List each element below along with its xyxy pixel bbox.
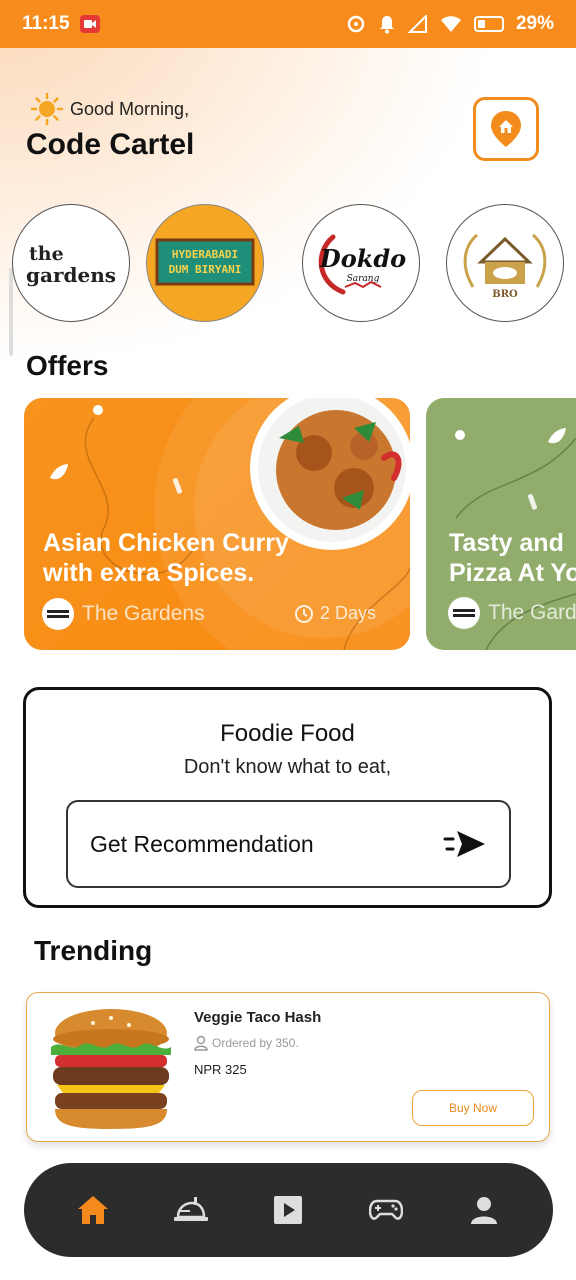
bottom-navigation (24, 1163, 553, 1257)
trending-item-orders: Ordered by 350. (194, 1035, 299, 1051)
nav-home[interactable] (66, 1183, 120, 1237)
status-time: 11:15 (22, 13, 70, 34)
svg-text:gardens: gardens (26, 263, 116, 287)
burger-image (51, 1009, 171, 1129)
sun-icon (30, 92, 64, 126)
offer-title-line-1: Asian Chicken Curry (43, 529, 289, 557)
foodie-title: Foodie Food (220, 720, 355, 747)
restaurant-logo-the-gardens[interactable]: the gardens (12, 204, 130, 322)
home-icon (77, 1196, 108, 1224)
profile-icon (471, 1197, 498, 1224)
status-bar: 11:15 29% (0, 0, 576, 48)
nav-profile[interactable] (457, 1183, 511, 1237)
battery-icon (473, 16, 504, 32)
offer-restaurant-name: The Gardens (82, 602, 205, 625)
offers-title: Offers (26, 350, 109, 381)
offer-footer: The Gardens (42, 598, 205, 630)
bro-logo: BRO (463, 233, 547, 300)
svg-text:BRO: BRO (492, 289, 518, 300)
get-recommendation-button[interactable]: Get Recommendation (66, 800, 511, 888)
video-icon (79, 15, 100, 33)
clock-icon (295, 604, 313, 623)
offer-title-line-2: with extra Spices. (43, 559, 255, 587)
svg-text:DUM BIRYANI: DUM BIRYANI (169, 263, 242, 276)
get-recommendation-label: Get Recommendation (90, 830, 314, 857)
play-icon (274, 1196, 303, 1224)
user-icon (194, 1035, 208, 1051)
restaurant-carousel: the gardens HYDERABADI DUM BIRYANI Dokdo… (0, 204, 576, 324)
offer-title: Asian Chicken Curry with extra Spices. (43, 528, 289, 588)
offer-title-line-2: Pizza At Yo (449, 559, 576, 587)
send-arrow-icon (443, 831, 485, 857)
trending-title: Trending (34, 935, 153, 966)
restaurant-logo-dokdo-sarang[interactable]: Dokdo Sarang (302, 204, 420, 322)
svg-text:the: the (29, 243, 64, 265)
greeting: Good Morning, (30, 92, 189, 126)
sync-icon (347, 15, 365, 33)
nav-food[interactable] (164, 1183, 218, 1237)
the-gardens-logo: the gardens (26, 243, 116, 287)
offer-card[interactable]: Asian Chicken Curry with extra Spices. T… (24, 398, 410, 650)
greeting-text: Good Morning, (70, 98, 190, 119)
svg-text:Dokdo: Dokdo (319, 244, 406, 273)
offer-duration: 2 Days (294, 603, 376, 624)
offer-restaurant-name: The Gard (488, 601, 576, 624)
trending-item-price: NPR 325 (194, 1062, 247, 1077)
signal-icon (407, 15, 427, 33)
home-location-pin-icon (491, 111, 521, 147)
foodie-subtitle: Don't know what to eat, (183, 756, 392, 778)
offer-duration-text: 2 Days (320, 603, 377, 623)
battery-level: 29% (515, 13, 554, 34)
foodie-recommendation-card: Foodie Food Don't know what to eat, Get … (23, 687, 552, 908)
nav-videos[interactable] (261, 1183, 315, 1237)
trending-item-card[interactable]: Veggie Taco Hash Ordered by 350. NPR 325… (26, 992, 550, 1142)
offer-card-partial[interactable]: Tasty and Pizza At Yo The Gard (426, 398, 576, 650)
nav-games[interactable] (359, 1183, 413, 1237)
restaurant-logo-bro[interactable]: BRO (446, 204, 564, 322)
restaurant-avatar (42, 598, 74, 630)
trending-item-orders-text: Ordered by 350. (212, 1036, 299, 1050)
the-gardens-mini-logo (453, 609, 475, 617)
buy-now-button[interactable]: Buy Now (412, 1090, 534, 1126)
restaurant-avatar (448, 597, 480, 629)
svg-text:Sarang: Sarang (347, 274, 380, 284)
gamepad-icon (369, 1199, 404, 1220)
location-button[interactable] (473, 97, 539, 161)
food-tray-icon (173, 1197, 208, 1221)
the-gardens-mini-logo (47, 610, 69, 618)
hyderabadi-biryani-logo: HYDERABADI DUM BIRYANI (155, 238, 255, 286)
dokdo-sarang-logo: Dokdo Sarang (318, 234, 406, 295)
trending-item-name: Veggie Taco Hash (194, 1009, 322, 1026)
status-icons: 29% (346, 13, 554, 35)
restaurant-logo-hyderabadi-dum-biryani[interactable]: HYDERABADI DUM BIRYANI (146, 204, 264, 322)
bell-icon (379, 16, 394, 34)
offer-title-line-1: Tasty and (449, 529, 564, 557)
offer-footer: The Gard (448, 597, 576, 629)
user-name: Code Cartel (26, 128, 195, 161)
svg-text:HYDERABADI: HYDERABADI (172, 248, 238, 261)
wifi-icon (440, 16, 461, 32)
offer-title: Tasty and Pizza At Yo (449, 528, 576, 588)
